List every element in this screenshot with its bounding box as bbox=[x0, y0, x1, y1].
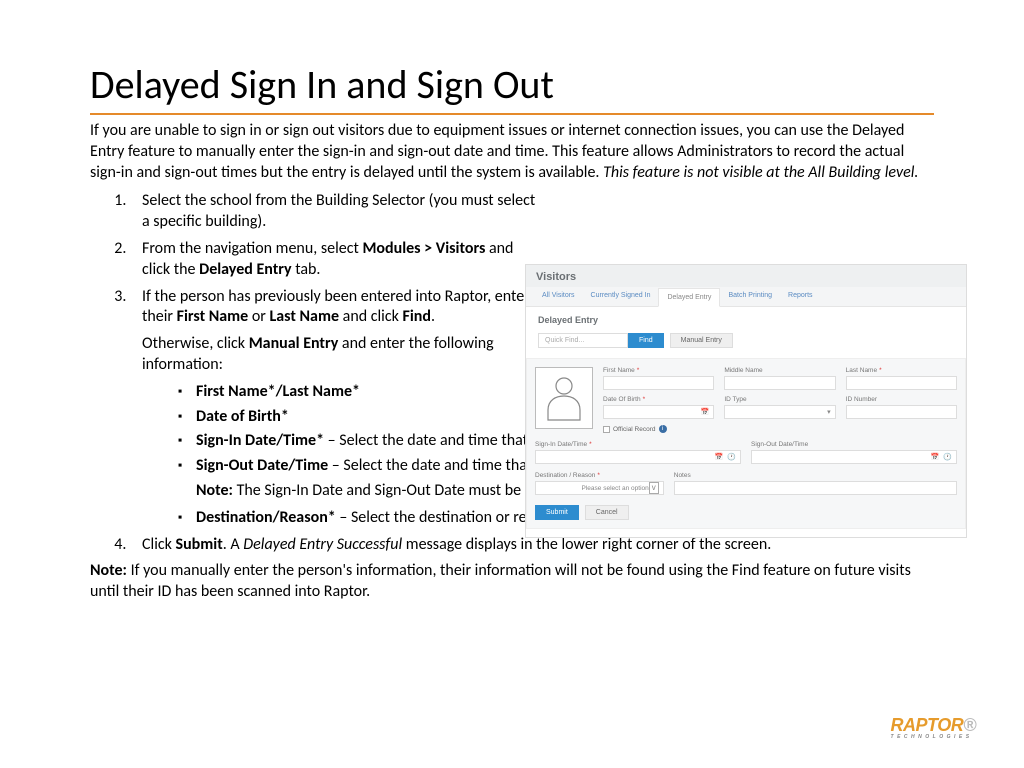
find-button[interactable]: Find bbox=[628, 333, 664, 348]
middle-name-input[interactable] bbox=[724, 376, 835, 390]
clock-icon: 🕐 bbox=[943, 453, 952, 461]
step-3-bullets: First Name*/Last Name* Date of Birth* Si… bbox=[142, 382, 540, 477]
notes-field: Notes bbox=[674, 472, 957, 495]
tab-currently-signed-in[interactable]: Currently Signed In bbox=[583, 287, 659, 306]
step-3-bullets-2: Destination/Reason* – Select the destina… bbox=[142, 508, 540, 529]
manual-entry-button[interactable]: Manual Entry bbox=[670, 333, 733, 348]
bullet-dob: Date of Birth* bbox=[178, 407, 540, 428]
calendar-icon: 📅 bbox=[701, 408, 710, 416]
id-number-field: ID Number bbox=[846, 396, 957, 419]
intro-paragraph: If you are unable to sign in or sign out… bbox=[90, 121, 934, 183]
page-title: Delayed Sign In and Sign Out bbox=[90, 60, 934, 115]
logo-sub: TECHNOLOGIES bbox=[891, 734, 976, 740]
quick-find-input[interactable]: Quick Find... bbox=[538, 333, 628, 348]
logo-main: RAPTOR® bbox=[891, 715, 976, 736]
step-3-sub: Otherwise, click Manual Entry and enter … bbox=[142, 334, 540, 376]
delayed-entry-screenshot: Visitors All Visitors Currently Signed I… bbox=[525, 264, 967, 538]
info-icon: i bbox=[659, 425, 667, 433]
id-number-input[interactable] bbox=[846, 405, 957, 419]
signout-datetime-input[interactable]: 📅🕐 bbox=[751, 450, 957, 464]
signin-datetime-field: Sign-In Date/Time*📅🕐 bbox=[535, 441, 741, 464]
avatar-placeholder bbox=[535, 367, 593, 429]
official-record-checkbox[interactable]: Official Recordi bbox=[603, 425, 957, 433]
checkbox-icon bbox=[603, 426, 610, 433]
shot-panel-title: Visitors bbox=[526, 265, 966, 287]
intro-italic: This feature is not visible at the All B… bbox=[603, 163, 918, 182]
first-name-input[interactable] bbox=[603, 376, 714, 390]
dob-input[interactable]: 📅 bbox=[603, 405, 714, 419]
cancel-button[interactable]: Cancel bbox=[585, 505, 629, 520]
shot-tabs: All Visitors Currently Signed In Delayed… bbox=[526, 287, 966, 307]
id-type-field: ID Type▾ bbox=[724, 396, 835, 419]
calendar-icon: 📅 bbox=[931, 453, 940, 461]
id-type-select[interactable]: ▾ bbox=[724, 405, 835, 419]
submit-button[interactable]: Submit bbox=[535, 505, 579, 520]
last-name-field: Last Name* bbox=[846, 367, 957, 390]
outro-note: Note: If you manually enter the person's… bbox=[90, 561, 934, 603]
person-icon bbox=[544, 374, 584, 422]
middle-name-field: Middle Name bbox=[724, 367, 835, 390]
tab-delayed-entry[interactable]: Delayed Entry bbox=[658, 288, 720, 307]
raptor-logo: RAPTOR® TECHNOLOGIES bbox=[891, 715, 976, 740]
first-name-field: First Name* bbox=[603, 367, 714, 390]
calendar-icon: 📅 bbox=[715, 453, 724, 461]
signin-datetime-input[interactable]: 📅🕐 bbox=[535, 450, 741, 464]
signout-datetime-field: Sign-Out Date/Time📅🕐 bbox=[751, 441, 957, 464]
chevron-down-icon: v bbox=[649, 482, 659, 494]
dob-field: Date Of Birth*📅 bbox=[603, 396, 714, 419]
step-2: From the navigation menu, select Modules… bbox=[130, 239, 540, 281]
step-3: If the person has previously been entere… bbox=[130, 287, 540, 529]
tab-reports[interactable]: Reports bbox=[780, 287, 821, 306]
notes-input[interactable] bbox=[674, 481, 957, 495]
chevron-down-icon: ▾ bbox=[827, 408, 831, 416]
tab-batch-printing[interactable]: Batch Printing bbox=[720, 287, 780, 306]
last-name-input[interactable] bbox=[846, 376, 957, 390]
step-1: Select the school from the Building Sele… bbox=[130, 191, 540, 233]
destination-field: Destination / Reason*Please select an op… bbox=[535, 472, 664, 495]
bullet-names: First Name*/Last Name* bbox=[178, 382, 540, 403]
destination-select[interactable]: Please select an optionv bbox=[535, 481, 664, 495]
shot-subtitle: Delayed Entry bbox=[538, 315, 954, 325]
clock-icon: 🕐 bbox=[727, 453, 736, 461]
tab-all-visitors[interactable]: All Visitors bbox=[534, 287, 583, 306]
